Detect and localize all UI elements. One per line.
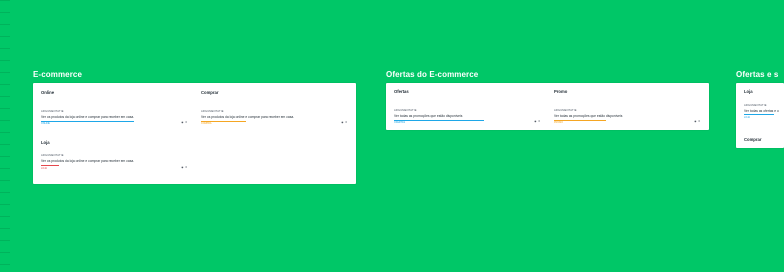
card-description: Ver os produtos da loja online e comprar… <box>201 115 295 119</box>
card-description: Ver todas as ofertas e o <box>744 109 779 113</box>
card-title: Promo <box>554 89 568 94</box>
card-stats[interactable]: ◉ 0 <box>532 120 540 123</box>
card-count: 0 <box>345 121 347 124</box>
card-kicker: ARGUMENTATIE <box>394 109 417 112</box>
section-title-ecommerce: E-commerce <box>33 70 83 79</box>
card-title: Online <box>41 90 55 95</box>
card-kicker: ARGUMENTATIE <box>41 154 64 157</box>
card-kicker: ARGUMENTATIE <box>554 109 577 112</box>
canvas-grid-edge <box>0 0 10 272</box>
card-tag: ONLINE <box>41 122 50 125</box>
card-kicker: ARGUMENTATIE <box>201 110 224 113</box>
card-title: Loja <box>41 140 50 145</box>
card-count: 0 <box>185 166 187 169</box>
card-online[interactable]: Online ARGUMENTATIE Ver os produtos da l… <box>41 90 187 128</box>
card-count: 0 <box>185 121 187 124</box>
card-description: Ver todas as promoções que estão disponí… <box>394 114 463 118</box>
card-title: Comprar <box>201 90 219 95</box>
card-stats[interactable]: ◉ 0 <box>339 121 347 124</box>
card-tag: LOJA <box>744 115 750 119</box>
board-ofertas[interactable]: Ofertas ARGUMENTATIE Ver todas as promoç… <box>386 83 709 130</box>
card-ofertas[interactable]: Ofertas ARGUMENTATIE Ver todas as promoç… <box>394 89 540 127</box>
eye-icon: ◉ <box>181 166 184 169</box>
board-ecommerce[interactable]: Online ARGUMENTATIE Ver os produtos da l… <box>33 83 356 184</box>
card-kicker: ARGUMENTATIE <box>744 104 767 107</box>
card-description: Ver os produtos da loja online e comprar… <box>41 115 135 119</box>
card-description: Ver os produtos da loja online e comprar… <box>41 159 135 163</box>
card-title: Loja <box>744 89 753 94</box>
card-comprar-2[interactable]: Comprar <box>744 137 784 147</box>
card-tag: OFERTAS <box>394 121 406 124</box>
card-progress-line <box>394 119 484 121</box>
eye-icon: ◉ <box>534 120 537 123</box>
eye-icon: ◉ <box>694 120 697 123</box>
eye-icon: ◉ <box>341 121 344 124</box>
card-tag: LOJA <box>41 166 47 170</box>
card-stats[interactable]: ◉ 0 <box>179 121 187 124</box>
card-kicker: ARGUMENTATIE <box>41 110 64 113</box>
card-comprar[interactable]: Comprar ARGUMENTATIE Ver os produtos da … <box>201 90 347 128</box>
card-count: 0 <box>698 120 700 123</box>
eye-icon: ◉ <box>181 121 184 124</box>
card-loja[interactable]: Loja ARGUMENTATIE Ver os produtos da loj… <box>41 140 187 178</box>
section-title-ofertas-e-s: Ofertas e s <box>736 70 779 79</box>
card-tag: PROMO <box>554 121 564 124</box>
card-title: Comprar <box>744 137 762 142</box>
card-progress-line <box>41 120 134 122</box>
card-stats[interactable]: ◉ 0 <box>692 120 700 123</box>
card-description: Ver todas as promoções que estão disponí… <box>554 114 623 118</box>
section-title-ofertas: Ofertas do E-commerce <box>386 70 479 79</box>
card-title: Ofertas <box>394 89 409 94</box>
card-tag: COMPRA <box>201 122 212 125</box>
card-stats[interactable]: ◉ 0 <box>179 166 187 169</box>
card-count: 0 <box>538 120 540 123</box>
card-promo[interactable]: Promo ARGUMENTATIE Ver todas as promoçõe… <box>554 89 700 127</box>
board-ofertas-e-s[interactable]: Loja ARGUMENTATIE Ver todas as ofertas e… <box>736 83 784 148</box>
card-loja-2[interactable]: Loja ARGUMENTATIE Ver todas as ofertas e… <box>744 89 784 119</box>
